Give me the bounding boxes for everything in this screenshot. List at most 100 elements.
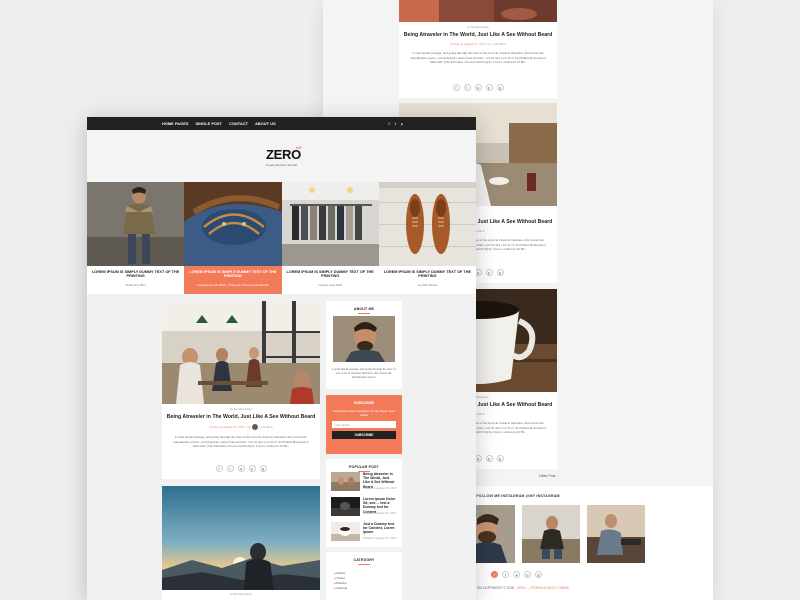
top-nav-bar: HOME PAGES SINGLE POST CONTACT ABOUT US … xyxy=(87,117,476,130)
popular-post-title[interactable]: Just a Dummy text for Content, Lorem Ips… xyxy=(363,522,397,535)
facebook-icon[interactable]: f xyxy=(491,571,498,578)
twitter-icon[interactable]: t xyxy=(226,465,234,472)
facebook-icon[interactable]: f xyxy=(215,465,223,472)
popular-post-thumb xyxy=(331,522,360,541)
older-post-link[interactable]: Older Post → xyxy=(539,474,560,478)
widget-title: CATEGORY xyxy=(353,558,375,562)
post-category[interactable]: In Relationship xyxy=(162,407,320,411)
copyright-link[interactable]: ZERO — PREMIUM BLOG THEME xyxy=(517,586,569,590)
category-item[interactable]: Lifestyle xyxy=(334,586,402,591)
popular-post-date: Posted on August 07, 2017 xyxy=(363,511,397,515)
about-text: Lorem Ipsum passage, and going through t… xyxy=(332,367,396,380)
nav-item-about-us[interactable]: ABOUT US xyxy=(255,122,276,126)
slide-image xyxy=(378,182,476,266)
widget-title: SUBSCRIBE xyxy=(353,401,375,405)
featured-slider: LOREM IPSUM IS SIMPLY DUMMY TEXT OF THE … xyxy=(87,182,476,294)
popular-post-thumb xyxy=(331,497,360,516)
older-post-arrow-icon: → xyxy=(556,474,561,478)
post-date: Posted on August 07, 2017 xyxy=(450,42,486,46)
slide-item[interactable]: LOREM IPSUM IS SIMPLY DUMMY TEXT OF THE … xyxy=(281,182,379,294)
slide-item[interactable]: LOREM IPSUM IS SIMPLY DUMMY TEXT OF THE … xyxy=(87,182,185,294)
pinterest-icon[interactable]: p xyxy=(524,571,531,578)
comment-icon[interactable]: ● xyxy=(513,571,520,578)
site-tagline: Create, Review and tell xyxy=(266,163,297,167)
footer-social-icons: f t ● p g xyxy=(491,571,542,578)
instagram-photo[interactable] xyxy=(587,505,645,563)
nav-item-contact[interactable]: CONTACT xyxy=(229,122,248,126)
about-widget: ABOUT ME Lorem Ipsum passage, and going … xyxy=(326,301,402,389)
email-input[interactable]: Your Email xyxy=(332,421,396,428)
post-author[interactable]: Cole Mon xyxy=(259,425,272,429)
nav-item-single-post[interactable]: SINGLE POST xyxy=(195,122,222,126)
google-icon[interactable]: g xyxy=(496,84,504,91)
slide-image xyxy=(281,182,379,266)
slide-subtitle: Lordbol Hasds xyxy=(417,283,437,287)
google-icon[interactable]: g xyxy=(259,465,267,472)
post-image xyxy=(399,0,557,22)
facebook-icon[interactable]: f xyxy=(389,121,390,126)
post-by: by xyxy=(487,42,491,46)
slide-title[interactable]: LOREM IPSUM IS SIMPLY DUMMY TEXT OF THE … xyxy=(184,270,281,278)
post-date: Posted on August 07, 2017 xyxy=(209,424,245,429)
pinterest-icon[interactable]: p xyxy=(485,84,493,91)
nav-item-home-pages[interactable]: HOME PAGES xyxy=(162,122,188,126)
widget-title: ABOUT ME xyxy=(353,307,375,311)
share-icons: f t ● p g xyxy=(399,84,557,91)
author-avatar xyxy=(252,424,259,430)
share-icons: f t ● p g xyxy=(162,465,320,472)
post-title[interactable]: Being Atraveler in The World, Just Like … xyxy=(162,414,320,420)
post-image xyxy=(162,486,320,590)
back-post-card-top[interactable]: In Relationship Being Atraveler in The W… xyxy=(399,0,557,98)
main-nav: HOME PAGES SINGLE POST CONTACT ABOUT US xyxy=(162,117,276,130)
instagram-photo[interactable] xyxy=(522,505,580,563)
google-icon[interactable]: g xyxy=(496,455,504,462)
popular-post-item[interactable]: Just a Dummy text for Content, Lorem Ips… xyxy=(331,522,397,542)
slide-item[interactable]: LOREM IPSUM IS SIMPLY DUMMY TEXT OF THE … xyxy=(378,182,476,294)
post-image xyxy=(162,301,320,404)
google-icon[interactable]: g xyxy=(496,269,504,276)
main-post-card[interactable]: In Relationship Being Atraveler in The W… xyxy=(162,301,320,479)
popular-post-date: Posted on August 07, 2017 xyxy=(363,486,397,490)
twitter-icon[interactable]: t xyxy=(463,84,471,91)
slide-image xyxy=(184,182,282,266)
top-social-icons: f t p xyxy=(389,117,403,130)
subscribe-button[interactable]: SUBSCRIBE xyxy=(332,431,396,439)
popular-post-date: Posted on August 07, 2017 xyxy=(363,536,397,540)
header: ZERO KM Create, Review and tell xyxy=(87,130,476,182)
popular-post-item[interactable]: Lorem Ipsum Dolor Sit, sed ... test a Du… xyxy=(331,497,397,517)
post-meta: Posted on August 07, 2017 by Cole Mon xyxy=(162,424,320,430)
pinterest-icon[interactable]: p xyxy=(485,269,493,276)
about-avatar xyxy=(333,316,395,362)
slide-image xyxy=(87,182,185,266)
comment-icon[interactable]: ● xyxy=(237,465,245,472)
post-category[interactable]: In Relationship xyxy=(162,592,320,596)
slide-subtitle: Jasdk Dest Here xyxy=(125,283,147,287)
google-icon[interactable]: g xyxy=(535,571,542,578)
post-excerpt: Lorem Ipsum passage, and going through t… xyxy=(173,435,309,449)
second-post-card[interactable]: In Relationship xyxy=(162,486,320,600)
slide-title[interactable]: LOREM IPSUM IS SIMPLY DUMMY TEXT OF THE … xyxy=(282,270,379,278)
twitter-icon[interactable]: t xyxy=(395,121,396,126)
post-author[interactable]: Cole Mon xyxy=(492,42,505,46)
pinterest-icon[interactable]: p xyxy=(248,465,256,472)
popular-post-thumb xyxy=(331,472,360,491)
popular-post-item[interactable]: Being Atraveler in The World, Just Like … xyxy=(331,472,397,492)
slide-item-active[interactable]: LOREM IPSUM IS SIMPLY DUMMY TEXT OF THE … xyxy=(184,182,282,294)
pinterest-icon[interactable]: p xyxy=(401,121,403,126)
post-category[interactable]: In Relationship xyxy=(399,25,557,29)
pinterest-icon[interactable]: p xyxy=(485,455,493,462)
comment-icon[interactable]: ● xyxy=(474,84,482,91)
slide-title[interactable]: LOREM IPSUM IS SIMPLY DUMMY TEXT OF THE … xyxy=(87,270,184,278)
twitter-icon[interactable]: t xyxy=(502,571,509,578)
logo-superscript: KM xyxy=(296,146,302,150)
post-by: by xyxy=(247,424,251,429)
slide-subtitle: Thajsay Jasd Hede xyxy=(317,283,343,287)
post-excerpt: Lorem Ipsum passage, and going through t… xyxy=(410,51,546,65)
category-widget: CATEGORY Nature Travel Fashion Lifestyle xyxy=(326,552,402,600)
post-title[interactable]: Being Atraveler in The World, Just Like … xyxy=(399,32,557,38)
post-meta: Posted on August 07, 2017 by Cole Mon xyxy=(399,42,557,46)
widget-divider xyxy=(358,564,370,565)
widget-divider xyxy=(358,313,370,314)
slide-title[interactable]: LOREM IPSUM IS SIMPLY DUMMY TEXT OF THE … xyxy=(379,270,476,278)
facebook-icon[interactable]: f xyxy=(452,84,460,91)
